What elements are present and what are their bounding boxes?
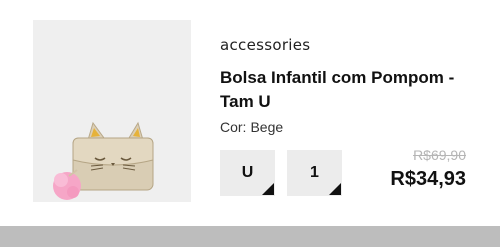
old-price: R$69,90 [413,147,466,163]
quantity-select[interactable]: 1 [287,150,342,196]
size-select[interactable]: U [220,150,275,196]
product-color: Cor: Bege [220,119,283,135]
size-value: U [241,164,254,181]
current-price: R$34,93 [390,168,466,190]
product-brand: accessories [220,36,311,54]
product-title[interactable]: Bolsa Infantil com Pompom - Tam U [220,66,470,114]
dropdown-corner-icon [329,183,341,195]
color-label: Cor: [220,119,247,135]
bottom-bar [0,226,500,247]
quantity-value: 1 [310,164,319,181]
product-image[interactable] [33,20,191,202]
dropdown-corner-icon [262,183,274,195]
color-value: Bege [250,119,284,135]
cart-item-card: accessories Bolsa Infantil com Pompom - … [0,0,500,226]
cat-handbag-with-pompom-image [53,121,154,200]
